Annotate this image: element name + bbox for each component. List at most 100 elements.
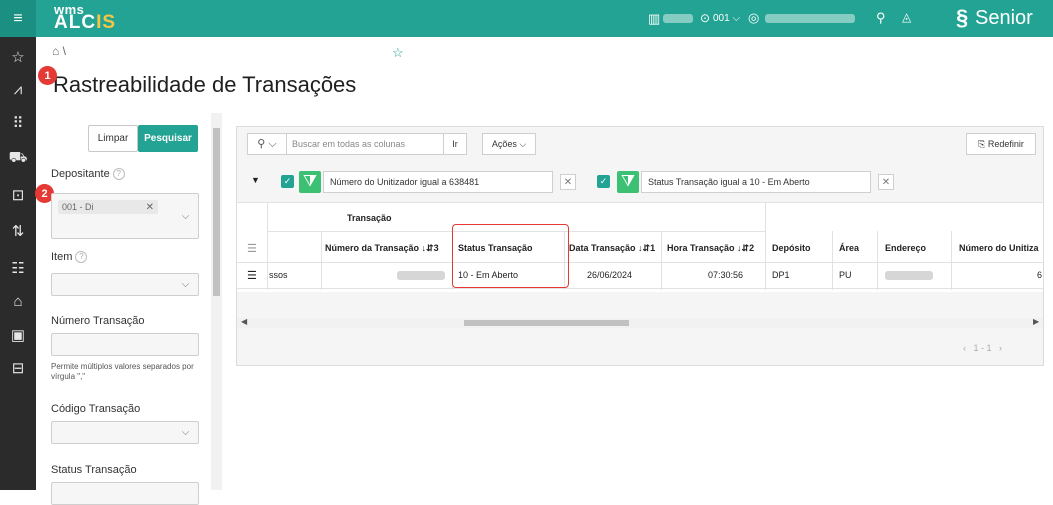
divider bbox=[765, 202, 766, 290]
status-transacao-label: Status Transação bbox=[51, 464, 137, 476]
favorite-star-icon[interactable]: ☆ bbox=[392, 45, 404, 61]
scrollbar-thumb[interactable] bbox=[464, 320, 629, 326]
sync-icon[interactable]: ⇅ bbox=[0, 217, 36, 245]
column-header-data-transacao[interactable]: Data Transação ↓⇵1 bbox=[569, 236, 655, 260]
column-header-numero-unitizador[interactable]: Número do Unitiza bbox=[959, 236, 1039, 260]
top-bar: ≡ wms ALCIS ▥ ⊙ 001 ⌵ ◎ ⚲ ◬ § Senior bbox=[0, 0, 1053, 37]
scroll-right-icon[interactable]: ▶ bbox=[1033, 317, 1039, 326]
item-label: Item? bbox=[51, 251, 88, 263]
search-button[interactable]: Pesquisar bbox=[138, 125, 198, 152]
breadcrumb: ⌂ \ bbox=[52, 44, 66, 58]
lock-icon[interactable]: ⌂ bbox=[0, 287, 36, 315]
search-all-columns-input[interactable]: Buscar em todas as colunas bbox=[286, 133, 444, 155]
filter-2-remove-button[interactable]: ✕ bbox=[878, 174, 894, 190]
column-header-numero-transacao[interactable]: Número da Transação ↓⇵3 bbox=[325, 236, 439, 260]
table-cell-data: 26/06/2024 bbox=[587, 270, 633, 280]
bell-icon[interactable]: ◬ bbox=[902, 10, 911, 24]
senior-logo-icon: § bbox=[956, 5, 969, 30]
codigo-transacao-select[interactable]: ⌵ bbox=[51, 421, 199, 444]
table-cell-deposito: DP1 bbox=[772, 270, 790, 280]
warehouse-name-redacted bbox=[663, 14, 693, 23]
grid-apps-icon[interactable]: ⠿ bbox=[0, 109, 36, 137]
clear-button[interactable]: Limpar bbox=[88, 125, 138, 152]
numero-transacao-redacted bbox=[397, 271, 445, 280]
senior-brand: Senior bbox=[975, 7, 1033, 29]
status-transacao-select[interactable] bbox=[51, 482, 199, 505]
search-icon[interactable]: ⚲ bbox=[876, 10, 886, 26]
depositante-chip[interactable]: 001 - Di ✕ bbox=[58, 200, 158, 214]
status-column-highlight bbox=[452, 224, 569, 288]
filter-1-text[interactable]: Número do Unitizador igual a 638481 bbox=[323, 171, 553, 193]
warehouse-icon[interactable]: ▥ bbox=[648, 11, 660, 27]
row-menu-header-icon[interactable]: ☰ bbox=[247, 236, 257, 260]
site-selector[interactable]: 001 ⌵ bbox=[713, 13, 740, 24]
reset-icon: ⎘ bbox=[978, 138, 986, 149]
filter-collapse-toggle[interactable]: ▼ bbox=[251, 175, 260, 185]
prev-page-icon[interactable]: ‹ bbox=[963, 343, 966, 353]
divider bbox=[237, 288, 1043, 289]
column-header-endereco[interactable]: Endereço bbox=[885, 236, 926, 260]
chart-icon[interactable]: ⩘ bbox=[0, 75, 36, 103]
column-header-hora-transacao[interactable]: Hora Transação ↓⇵2 bbox=[667, 236, 754, 260]
table-horizontal-scrollbar[interactable]: ◀ ▶ bbox=[237, 317, 1043, 328]
filter-2-text[interactable]: Status Transação igual a 10 - Em Aberto bbox=[641, 171, 871, 193]
user-email-redacted bbox=[765, 14, 855, 23]
row-actions-icon[interactable]: ☰ bbox=[247, 264, 257, 286]
user-icon[interactable]: ◎ bbox=[748, 10, 759, 26]
chevron-down-icon[interactable]: ⌵ bbox=[173, 274, 198, 295]
archive-icon[interactable]: ▣ bbox=[0, 321, 36, 349]
numero-transacao-input[interactable] bbox=[51, 333, 199, 356]
search-placeholder: Buscar em todas as colunas bbox=[292, 139, 406, 149]
scrollbar-thumb[interactable] bbox=[213, 128, 220, 296]
results-panel: ⚲ ⌵ Buscar em todas as colunas Ir Ações … bbox=[236, 126, 1044, 366]
depositante-label: Depositante? bbox=[51, 168, 125, 180]
help-icon[interactable]: ? bbox=[75, 251, 88, 263]
item-select[interactable]: ⌵ bbox=[51, 273, 199, 296]
chip-remove-icon[interactable]: ✕ bbox=[146, 202, 154, 213]
actions-menu-button[interactable]: Ações ⌵ bbox=[482, 133, 536, 155]
go-button[interactable]: Ir bbox=[443, 133, 467, 155]
inventory-icon[interactable]: ⊟ bbox=[0, 354, 36, 382]
divider bbox=[237, 262, 1043, 263]
column-header-deposito[interactable]: Depósito bbox=[772, 236, 811, 260]
home-icon[interactable]: ⌂ bbox=[52, 44, 59, 58]
depositante-select[interactable]: 001 - Di ✕ ⌵ bbox=[51, 193, 199, 239]
scroll-left-icon[interactable]: ◀ bbox=[241, 317, 247, 326]
column-header-area[interactable]: Área bbox=[839, 236, 859, 260]
favorites-star-icon[interactable]: ☆ bbox=[0, 43, 36, 71]
app-logo[interactable]: wms ALCIS bbox=[54, 3, 116, 32]
numero-transacao-label: Número Transação bbox=[51, 315, 145, 327]
divider bbox=[237, 202, 1043, 203]
depositante-label-text: Depositante bbox=[51, 168, 110, 180]
chevron-down-icon[interactable]: ⌵ bbox=[173, 194, 198, 238]
menu-toggle-icon[interactable]: ≡ bbox=[0, 0, 36, 37]
truck-icon[interactable]: ⛟ bbox=[0, 144, 36, 172]
next-page-icon[interactable]: › bbox=[999, 343, 1002, 353]
divider bbox=[832, 231, 833, 290]
filter-1-label: Número do Unitizador igual a 638481 bbox=[330, 177, 480, 187]
actions-label: Ações bbox=[491, 139, 517, 149]
help-icon[interactable]: ? bbox=[112, 168, 125, 180]
reset-button[interactable]: ⎘ Redefinir bbox=[966, 133, 1036, 155]
codigo-transacao-label: Código Transação bbox=[51, 403, 141, 415]
filter-1-funnel-icon[interactable]: ⧩ bbox=[299, 171, 321, 193]
logo-main-text: ALC bbox=[54, 12, 97, 33]
checklist-icon[interactable]: ☷ bbox=[0, 254, 36, 282]
search-column-selector[interactable]: ⚲ ⌵ bbox=[247, 133, 287, 155]
divider bbox=[321, 231, 322, 290]
breadcrumb-separator: \ bbox=[62, 44, 66, 58]
filter-panel-scrollbar[interactable] bbox=[211, 113, 222, 490]
transactions-icon[interactable]: ⊡ bbox=[0, 181, 36, 209]
filter-2-checkbox[interactable]: ✓ bbox=[597, 175, 610, 188]
filter-2-funnel-icon[interactable]: ⧩ bbox=[617, 171, 639, 193]
logo-accent-text: IS bbox=[96, 12, 117, 33]
location-pin-icon[interactable]: ⊙ bbox=[700, 11, 710, 25]
group-header-transacao: Transação bbox=[347, 213, 392, 223]
chevron-down-icon[interactable]: ⌵ bbox=[173, 422, 198, 443]
table-cell-area: PU bbox=[839, 270, 852, 280]
table-cell-hora: 07:30:56 bbox=[708, 270, 744, 280]
divider bbox=[661, 231, 662, 290]
filter-1-checkbox[interactable]: ✓ bbox=[281, 175, 294, 188]
left-rail: ☆ ⩘ ⠿ ⛟ ⊡ ⇅ ☷ ⌂ ▣ ⊟ bbox=[0, 37, 36, 490]
filter-1-remove-button[interactable]: ✕ bbox=[560, 174, 576, 190]
